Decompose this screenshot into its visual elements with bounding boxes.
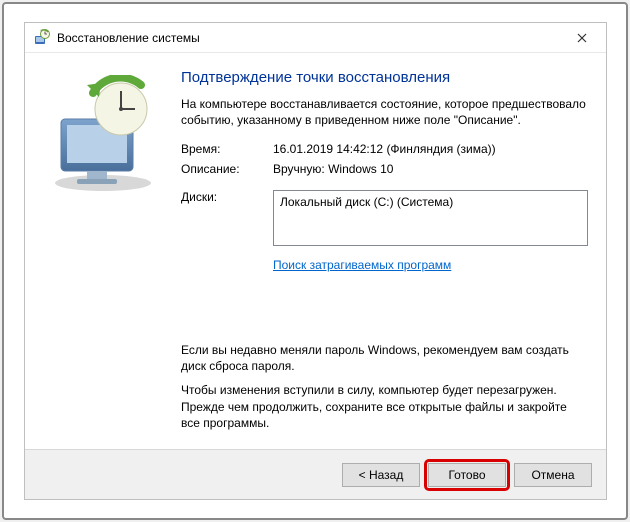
window-title: Восстановление системы: [57, 31, 566, 45]
close-icon: [577, 33, 587, 43]
disk-item[interactable]: Локальный диск (C:) (Система): [280, 195, 581, 209]
restore-icon: [33, 29, 51, 47]
left-column: [43, 69, 181, 449]
notes-block: Если вы недавно меняли пароль Windows, р…: [181, 342, 588, 449]
disks-listbox[interactable]: Локальный диск (C:) (Система): [273, 190, 588, 246]
restore-illustration: [43, 75, 163, 195]
disks-row: Диски: Локальный диск (C:) (Система): [181, 190, 588, 246]
close-button[interactable]: [566, 28, 598, 48]
cancel-button[interactable]: Отмена: [514, 463, 592, 487]
note-restart: Чтобы изменения вступили в силу, компьют…: [181, 382, 588, 431]
time-value: 16.01.2019 14:42:12 (Финляндия (зима)): [273, 142, 588, 156]
titlebar: Восстановление системы: [25, 23, 606, 53]
content-area: Подтверждение точки восстановления На ко…: [25, 53, 606, 449]
scan-affected-programs-link[interactable]: Поиск затрагиваемых программ: [273, 258, 451, 272]
finish-button[interactable]: Готово: [428, 463, 506, 487]
time-row: Время: 16.01.2019 14:42:12 (Финляндия (з…: [181, 142, 588, 156]
description-label: Описание:: [181, 162, 273, 176]
screenshot-frame: Восстановление системы: [2, 2, 628, 520]
page-heading: Подтверждение точки восстановления: [181, 69, 588, 86]
button-bar: < Назад Готово Отмена: [25, 449, 606, 499]
back-button[interactable]: < Назад: [342, 463, 420, 487]
right-column: Подтверждение точки восстановления На ко…: [181, 69, 588, 449]
note-password: Если вы недавно меняли пароль Windows, р…: [181, 342, 588, 374]
affected-programs-row: Поиск затрагиваемых программ: [181, 252, 588, 272]
description-value: Вручную: Windows 10: [273, 162, 588, 176]
system-restore-dialog: Восстановление системы: [24, 22, 607, 500]
page-description: На компьютере восстанавливается состояни…: [181, 96, 588, 128]
description-row: Описание: Вручную: Windows 10: [181, 162, 588, 176]
disks-label: Диски:: [181, 190, 273, 246]
time-label: Время:: [181, 142, 273, 156]
